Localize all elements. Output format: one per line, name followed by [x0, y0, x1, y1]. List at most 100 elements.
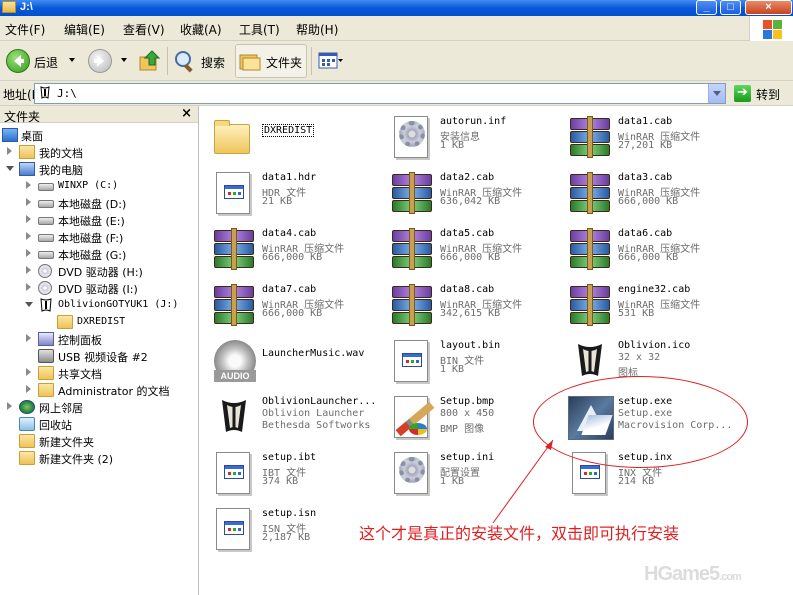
- file-item[interactable]: setup.ibt IBT 文件 374 KB: [204, 448, 379, 500]
- menu-help[interactable]: 帮助(H): [296, 21, 338, 38]
- expand-icon[interactable]: [7, 147, 12, 155]
- file-item[interactable]: data6.cab WinRAR 压缩文件 666,000 KB: [560, 224, 735, 276]
- expand-icon[interactable]: [26, 385, 31, 393]
- file-item[interactable]: Setup.bmp 800 x 450 BMP 图像: [382, 392, 557, 444]
- file-name: data3.cab: [618, 172, 673, 183]
- file-item[interactable]: data8.cab WinRAR 压缩文件 342,615 KB: [382, 280, 557, 332]
- expand-icon[interactable]: [26, 198, 31, 206]
- search-icon[interactable]: [173, 49, 197, 73]
- back-arrow-icon[interactable]: [6, 49, 30, 73]
- expand-icon[interactable]: [26, 368, 31, 376]
- maximize-button[interactable]: □: [720, 0, 741, 15]
- file-company: Bethesda Softworks: [262, 420, 371, 431]
- title-bar[interactable]: J:\ _ □ ×: [0, 0, 793, 16]
- address-input[interactable]: J:\: [34, 83, 726, 104]
- recycle-bin-icon: [19, 417, 35, 431]
- file-name: Oblivion.ico: [618, 340, 691, 351]
- watermark: HGame5.com: [644, 563, 742, 585]
- expand-icon[interactable]: [7, 402, 12, 410]
- expand-icon[interactable]: [26, 266, 31, 274]
- folder-icon: [57, 315, 73, 329]
- winrar-icon: [210, 226, 258, 274]
- expand-icon[interactable]: [26, 283, 31, 291]
- address-chevron-down-icon[interactable]: [708, 84, 725, 103]
- views-icon[interactable]: [318, 51, 344, 71]
- file-size: 531 KB: [618, 308, 655, 319]
- close-icon[interactable]: ×: [181, 106, 192, 121]
- file-item[interactable]: autorun.inf 安装信息 1 KB: [382, 112, 557, 164]
- minimize-button[interactable]: _: [696, 0, 717, 15]
- collapse-icon[interactable]: [25, 302, 33, 307]
- tree-label: OblivionGOTYUK1 (J:): [58, 299, 179, 310]
- go-button[interactable]: ➔ 转到: [732, 84, 790, 104]
- file-item[interactable]: data4.cab WinRAR 压缩文件 666,000 KB: [204, 224, 379, 276]
- menu-favorites[interactable]: 收藏(A): [180, 21, 222, 38]
- file-item[interactable]: DXREDIST: [204, 112, 379, 164]
- forward-history-chevron-down-icon[interactable]: [121, 58, 127, 62]
- menu-file[interactable]: 文件(F): [5, 21, 45, 38]
- file-item[interactable]: data7.cab WinRAR 压缩文件 666,000 KB: [204, 280, 379, 332]
- file-name: OblivionLauncher...: [262, 396, 377, 407]
- collapse-icon[interactable]: [6, 166, 14, 171]
- file-item[interactable]: data2.cab WinRAR 压缩文件 636,042 KB: [382, 168, 557, 220]
- back-button[interactable]: 后退: [34, 54, 58, 71]
- file-name: setup.ini: [440, 452, 495, 463]
- file-item[interactable]: data1.hdr HDR 文件 21 KB: [204, 168, 379, 220]
- file-item[interactable]: data1.cab WinRAR 压缩文件 27,201 KB: [560, 112, 735, 164]
- file-name: data1.cab: [618, 116, 673, 127]
- file-dimensions: 800 x 450: [440, 408, 495, 419]
- expand-icon[interactable]: [26, 249, 31, 257]
- file-item[interactable]: AUDIO LauncherMusic.wav: [204, 336, 379, 388]
- annotation-text: 这个才是真正的安装文件，双击即可执行安装: [359, 524, 680, 543]
- winrar-icon: [388, 282, 436, 330]
- file-size: 636,042 KB: [440, 196, 501, 207]
- drive-icon: [38, 234, 54, 242]
- tree-label: 本地磁盘 (D:): [58, 198, 127, 211]
- menu-bar: 文件(F) 编辑(E) 查看(V) 收藏(A) 工具(T) 帮助(H): [0, 16, 793, 41]
- file-item[interactable]: data3.cab WinRAR 压缩文件 666,000 KB: [560, 168, 735, 220]
- file-item[interactable]: layout.bin BIN 文件 1 KB: [382, 336, 557, 388]
- oblivion-disc-icon: [38, 86, 52, 100]
- close-button[interactable]: ×: [745, 0, 792, 15]
- file-size: 2,187 KB: [262, 532, 311, 543]
- dvd-drive-icon: [38, 264, 52, 278]
- folders-pane-title: 文件夹: [4, 110, 41, 124]
- file-item[interactable]: data5.cab WinRAR 压缩文件 666,000 KB: [382, 224, 557, 276]
- generic-file-icon: [388, 338, 436, 386]
- forward-arrow-icon[interactable]: [88, 49, 112, 73]
- file-name: autorun.inf: [440, 116, 507, 127]
- menu-edit[interactable]: 编辑(E): [64, 21, 105, 38]
- tree-label: 网上邻居: [39, 402, 83, 415]
- menu-tools[interactable]: 工具(T): [239, 21, 280, 38]
- file-name: setup.ibt: [262, 452, 317, 463]
- file-name: LauncherMusic.wav: [262, 348, 365, 359]
- file-name: engine32.cab: [618, 284, 691, 295]
- file-size: 21 KB: [262, 196, 293, 207]
- file-item[interactable]: engine32.cab WinRAR 压缩文件 531 KB: [560, 280, 735, 332]
- file-item[interactable]: OblivionLauncher... Oblivion Launcher Be…: [204, 392, 379, 444]
- my-computer-icon: [19, 162, 35, 176]
- winrar-icon: [388, 226, 436, 274]
- go-arrow-icon: ➔: [734, 85, 751, 102]
- menu-view[interactable]: 查看(V): [123, 21, 165, 38]
- search-button[interactable]: 搜索: [201, 54, 225, 71]
- file-size: 1 KB: [440, 140, 465, 151]
- folder-icon: [19, 434, 35, 448]
- expand-icon[interactable]: [26, 215, 31, 223]
- back-history-chevron-down-icon[interactable]: [69, 58, 75, 62]
- up-folder-icon[interactable]: [138, 49, 162, 73]
- file-item[interactable]: setup.ini 配置设置 1 KB: [382, 448, 557, 500]
- expand-icon[interactable]: [26, 181, 31, 189]
- folders-icon: [239, 51, 261, 71]
- tree-label: 我的文档: [39, 147, 83, 160]
- file-item[interactable]: setup.isn ISN 文件 2,187 KB: [204, 504, 379, 556]
- winrar-icon: [566, 282, 614, 330]
- paint-icon: [388, 394, 436, 442]
- folders-button[interactable]: 文件夹: [235, 44, 307, 78]
- expand-icon[interactable]: [26, 232, 31, 240]
- generic-file-icon: [210, 450, 258, 498]
- file-name: data1.hdr: [262, 172, 317, 183]
- tree-label: 本地磁盘 (F:): [58, 232, 124, 245]
- expand-icon[interactable]: [26, 334, 31, 342]
- tree-label: 本地磁盘 (E:): [58, 215, 125, 228]
